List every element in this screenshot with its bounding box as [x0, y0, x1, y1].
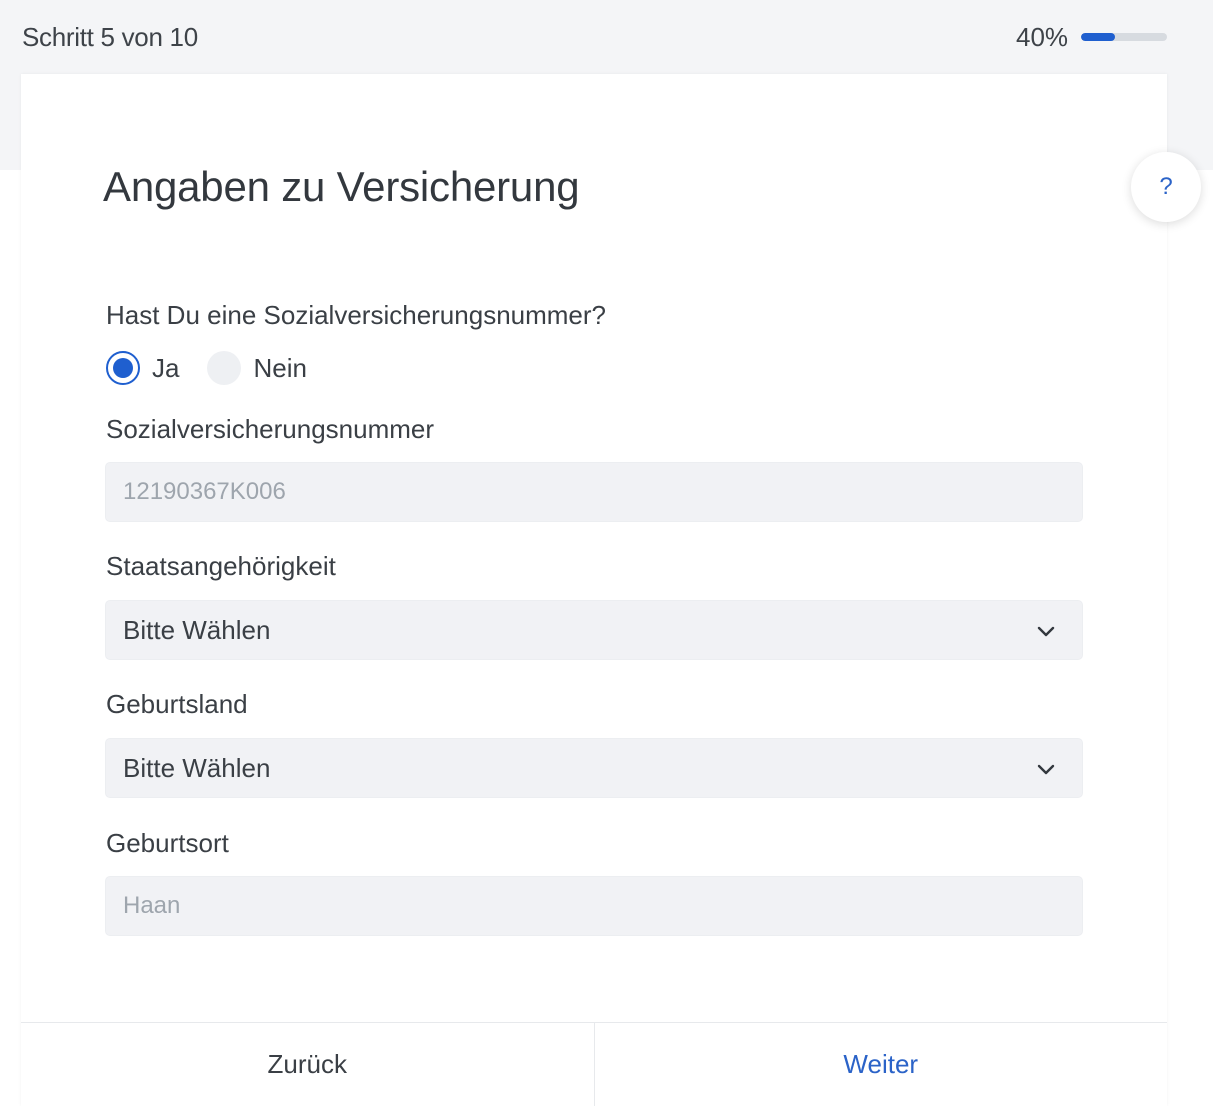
- sv-number-value: 12190367K006: [123, 478, 286, 505]
- radio-option-no[interactable]: Nein: [207, 351, 307, 385]
- next-button[interactable]: Weiter: [593, 1023, 1167, 1106]
- nationality-label: Staatsangehörigkeit: [106, 551, 336, 581]
- sv-question-label: Hast Du eine Sozialversicherungsnummer?: [106, 300, 607, 330]
- footer-actions: Zurück Weiter: [21, 1022, 1167, 1106]
- nationality-value: Bitte Wählen: [123, 614, 271, 645]
- nationality-select[interactable]: Bitte Wählen: [105, 600, 1083, 660]
- radio-selected-dot: [113, 358, 133, 378]
- help-button[interactable]: ?: [1131, 152, 1201, 222]
- progress-bar: [1081, 33, 1167, 41]
- radio-yes-label: Ja: [152, 352, 180, 383]
- sv-radio-group: Ja Nein: [106, 350, 335, 386]
- birth-country-label: Geburtsland: [106, 689, 248, 719]
- progress-header: Schritt 5 von 10 40%: [0, 0, 1213, 74]
- sv-number-label: Sozialversicherungsnummer: [106, 414, 435, 444]
- radio-option-yes[interactable]: Ja: [106, 351, 179, 385]
- birth-country-value: Bitte Wählen: [123, 752, 271, 783]
- back-button[interactable]: Zurück: [21, 1023, 594, 1106]
- birth-country-select[interactable]: Bitte Wählen: [105, 738, 1083, 798]
- sv-number-field[interactable]: 12190367K006: [105, 462, 1083, 522]
- step-label: Schritt 5 von 10: [22, 22, 198, 52]
- chevron-down-icon: [1037, 626, 1055, 637]
- radio-yes[interactable]: [106, 351, 140, 385]
- birth-place-label: Geburtsort: [106, 828, 229, 858]
- radio-no-label: Nein: [253, 352, 307, 383]
- birth-place-field[interactable]: Haan: [105, 876, 1083, 936]
- chevron-down-icon: [1037, 764, 1055, 775]
- birth-place-value: Haan: [123, 892, 181, 919]
- radio-no[interactable]: [207, 351, 242, 385]
- progress-percent: 40%: [1016, 22, 1069, 52]
- question-icon: ?: [1159, 173, 1173, 200]
- progress-bar-fill: [1081, 33, 1116, 41]
- form-card: [21, 74, 1167, 1106]
- page-title: Angaben zu Versicherung: [103, 163, 580, 210]
